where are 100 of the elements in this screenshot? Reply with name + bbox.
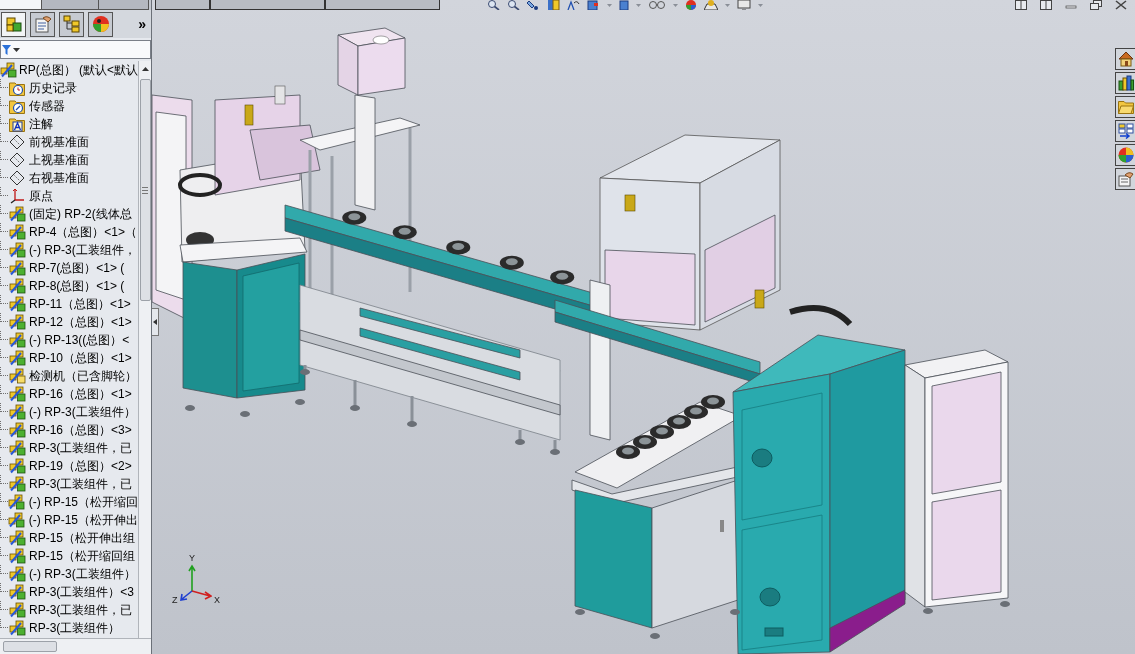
assembly-icon [8,548,26,564]
tree-root-label[interactable]: RP(总图） (默认<默认 [19,61,138,79]
tree-item-label[interactable]: 前视基准面 [29,133,89,151]
manager-tab[interactable] [88,11,113,37]
task-pane-tab[interactable] [1115,120,1135,142]
tree-item-label[interactable]: RP-10（总图）<1> [29,349,132,367]
assembly-icon [8,620,26,636]
assembly-icon [8,206,26,222]
tree-item-label[interactable]: RP-15（松开缩回组 [29,547,135,565]
scroll-up-arrow-icon[interactable] [141,67,149,71]
task-pane-tab[interactable] [1115,168,1135,190]
assembly-icon [8,296,26,312]
tree-item-label[interactable]: 注解 [29,115,53,133]
vertical-scrollbar[interactable] [138,61,151,638]
assembly-icon [8,566,26,582]
tree-item-label[interactable]: (-) RP-15（松开缩回 [28,493,138,511]
books-icon [1117,75,1134,91]
split-window-icon[interactable] [1040,0,1052,10]
tree-item-label[interactable]: 检测机（已含脚轮） [29,367,137,385]
tree-item-label[interactable]: RP-3(工装组件，已 [29,601,133,619]
tree-item-label[interactable]: RP-16（总图）<3> [29,421,132,439]
color-ball-icon [1117,147,1134,163]
assembly-icon [8,458,26,474]
tree-item-label[interactable]: (-) RP-3(工装组件， [29,241,136,259]
dropdown-caret-icon[interactable] [13,47,20,52]
scrollbar-thumb[interactable] [139,79,151,301]
task-pane-tab[interactable] [1115,96,1135,118]
horizontal-scrollbar[interactable] [0,638,151,654]
tree-item-label[interactable]: (固定) RP-2(线体总 [29,205,132,223]
folder-annotation-icon [9,116,25,132]
tree-item-label[interactable]: RP-3(工装组件，已 [29,475,133,493]
split-window-icon[interactable] [1015,0,1027,10]
folder-icon [1117,100,1134,114]
scene-icon[interactable] [704,0,718,10]
close-icon[interactable] [1115,0,1127,10]
funnel-icon [2,44,11,55]
tree-item-label[interactable]: RP-3(工装组件）<3 [29,583,135,601]
command-tab[interactable] [325,0,440,10]
tree-item-label[interactable]: 历史记录 [29,79,77,97]
tree-item-label[interactable]: RP-12（总图）<1> [29,313,132,331]
manager-tab[interactable] [1,11,26,37]
monitor-icon[interactable] [737,0,751,10]
panel-tab[interactable] [0,0,42,10]
configuration-tree-icon [62,15,81,33]
restore-icon[interactable] [1090,0,1102,10]
tree-item-label[interactable]: RP-15（松开伸出组 [29,529,135,547]
tree-item-label[interactable]: RP-16（总图）<1> [29,385,132,403]
axis-label: Z [172,595,178,605]
tree-item-label[interactable]: (-) RP-3(工装组件） [29,565,136,583]
magnifier-icon[interactable] [507,0,520,10]
folder-gauge-icon [9,98,25,114]
tree-item-label[interactable]: RP-7(总图）<1> ( [29,259,125,277]
tree-item-label[interactable]: (-) RP-3(工装组件） [29,403,136,421]
magnifier-icon[interactable] [487,0,500,10]
tree-item-label[interactable]: (-) RP-13((总图）< [29,331,130,349]
tree-item-label[interactable]: RP-3(工装组件） [29,619,121,637]
glasses-icon[interactable] [648,0,666,10]
tree-item-label[interactable]: 原点 [29,187,53,205]
assembly-icon [8,224,26,240]
graphics-viewport[interactable]: Y Z X [152,0,1135,654]
plane-icon [9,152,25,168]
assembly-icon [8,404,26,420]
tree-item-label[interactable]: (-) RP-15（松开伸出 [28,511,138,529]
task-pane-tab[interactable] [1115,48,1135,70]
plane-icon [9,170,25,186]
assembly-icon [8,368,26,384]
manager-tab[interactable] [30,11,55,37]
panel-tab[interactable] [99,0,149,10]
task-pane-tab[interactable] [1115,72,1135,94]
tree-item-label[interactable]: RP-4（总图）<1>（ [29,223,138,241]
assembly-icon [8,494,26,510]
assembly-icon [8,512,26,528]
manager-tab[interactable] [59,11,84,37]
assembly-icon [8,476,26,492]
tree-item-label[interactable]: 上视基准面 [29,151,89,169]
chevron-arc-icon[interactable] [567,0,580,10]
tree-item-label[interactable]: RP-3(工装组件，已 [29,439,133,457]
notepad-hand-icon [1117,171,1134,187]
task-pane-tab[interactable] [1115,144,1135,166]
color-ball-icon [91,15,110,33]
tree-item-label[interactable]: RP-19（总图）<2> [29,457,132,475]
scrollbar-thumb[interactable] [3,641,57,652]
clipboard-hand-icon [33,15,52,33]
color-ball-icon[interactable] [685,0,697,10]
folder-clock-icon [9,80,25,96]
tree-item-label[interactable]: 传感器 [29,97,65,115]
tree-item-label[interactable]: RP-11（总图）<1> [29,295,131,313]
section-view-icon[interactable] [547,0,560,10]
panel-tab[interactable] [42,0,99,10]
more-button[interactable]: » [136,16,148,32]
flashlight-icon[interactable] [527,0,540,10]
collapse-panel-button[interactable] [152,308,159,336]
command-tab[interactable] [155,0,210,10]
cube-icon[interactable] [587,0,600,10]
tree-item-label[interactable]: RP-8(总图）<1> ( [29,277,125,295]
command-tab[interactable] [210,0,325,10]
filter-field[interactable] [0,40,151,59]
assembly-icon [8,602,26,618]
tree-item-label[interactable]: 右视基准面 [29,169,89,187]
assembly-icon [8,386,26,402]
